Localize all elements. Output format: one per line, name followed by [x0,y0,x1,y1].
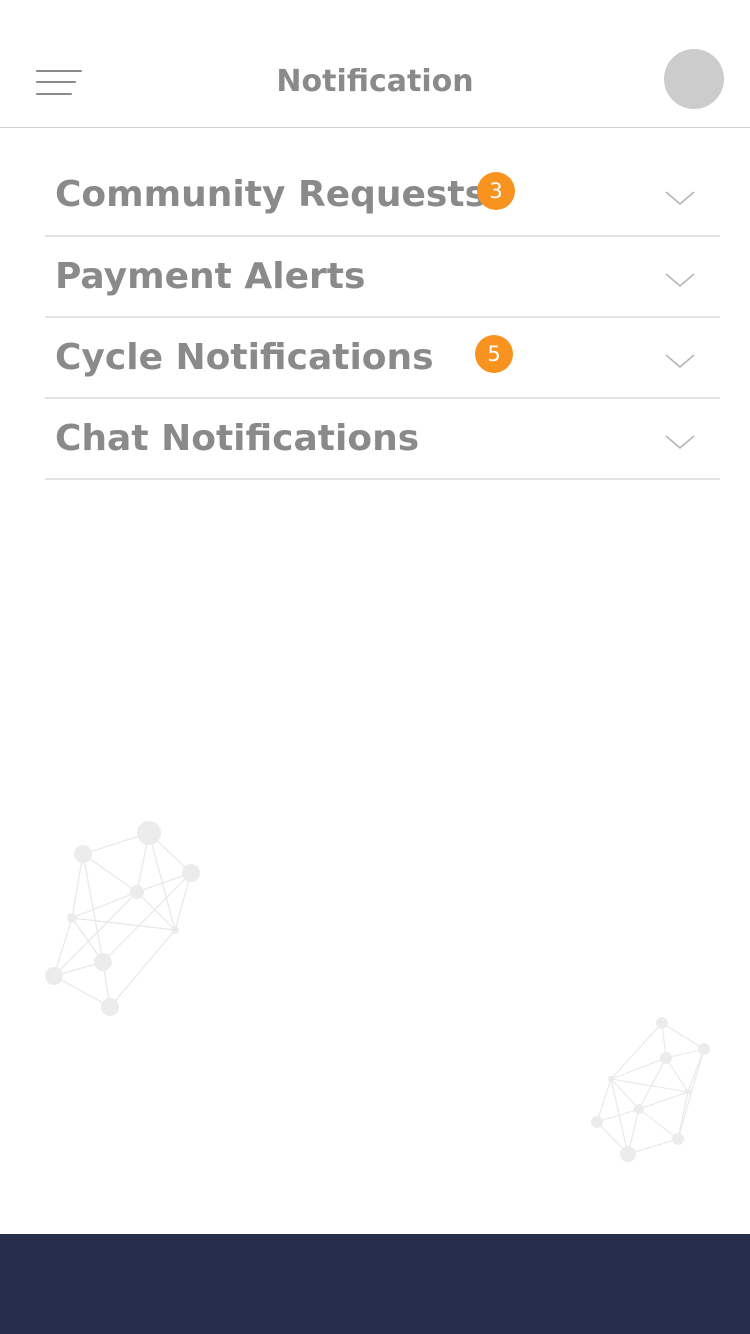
page-title: Notification [276,64,474,99]
category-label: Community Requests [55,174,486,215]
category-label: Cycle Notifications [55,337,434,378]
category-row-chat-notifications[interactable]: Chat Notifications [45,399,720,480]
network-decoration-graphic [591,1017,710,1162]
category-label: Chat Notifications [55,418,420,459]
header-bar: Notification [0,0,750,128]
bottom-bar [0,1234,750,1334]
chevron-down-icon[interactable] [664,189,696,207]
avatar[interactable] [664,49,724,109]
category-row-payment-alerts[interactable]: Payment Alerts [45,237,720,318]
count-badge: 5 [475,335,513,373]
notification-category-list: Community Requests 3 Payment Alerts Cycl… [45,155,720,480]
category-row-community-requests[interactable]: Community Requests 3 [45,155,720,237]
network-decoration-graphic [45,821,200,1016]
count-badge: 3 [477,172,515,210]
notification-screen: Notification Community Requests 3 Paymen… [0,0,750,1334]
category-row-cycle-notifications[interactable]: Cycle Notifications 5 [45,318,720,399]
chevron-down-icon[interactable] [664,352,696,370]
chevron-down-icon[interactable] [664,271,696,289]
chevron-down-icon[interactable] [664,433,696,451]
category-label: Payment Alerts [55,256,366,297]
